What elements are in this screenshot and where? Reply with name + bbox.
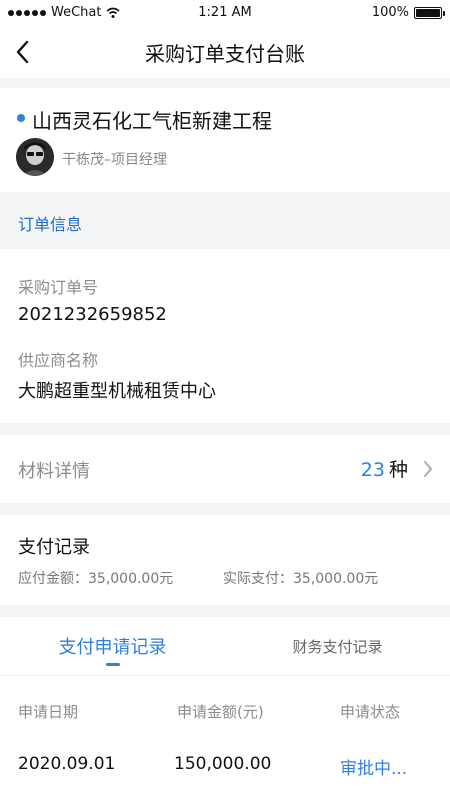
tabs-divider: [0, 675, 450, 676]
payment-record-title: 支付记录: [18, 537, 90, 558]
material-count-unit: 种: [388, 459, 408, 481]
header-apply-amount: 申请金额(元): [177, 703, 264, 721]
project-name: 山西灵石化工气柜新建工程: [32, 109, 272, 133]
project-dot-icon: [17, 114, 25, 122]
material-details-row[interactable]: 材料详情 23 种: [0, 435, 450, 503]
po-number-value: 2021232659852: [18, 304, 167, 325]
active-tab-indicator: [106, 663, 120, 666]
row-apply-status[interactable]: 审批中...: [340, 754, 407, 779]
order-info-title: 订单信息: [18, 215, 83, 234]
order-info-header: 订单信息: [0, 192, 450, 249]
records-panel: 支付申请记录 财务支付记录 申请日期 申请金额(元) 申请状态 2020.09.…: [0, 617, 450, 800]
material-count-number: 23: [360, 459, 385, 481]
battery-icon: [414, 6, 445, 19]
nav-bar: 采购订单支付台账: [0, 26, 450, 78]
battery-fill: [416, 8, 440, 17]
page-title: 采购订单支付台账: [145, 42, 305, 66]
avatar: [16, 138, 54, 176]
status-right: 100%: [371, 5, 445, 20]
project-manager: 干栋茂–项目经理: [62, 152, 167, 168]
payment-record-card: 支付记录 应付金额：35,000.00元 实际支付：35,000.00元: [0, 515, 450, 605]
supplier-label: 供应商名称: [18, 351, 99, 370]
row-apply-amount: 150,000.00: [174, 754, 272, 774]
payable-amount: 应付金额：35,000.00元: [18, 571, 174, 587]
supplier-value: 大鹏超重型机械租赁中心: [18, 381, 216, 402]
chevron-right-icon: [424, 461, 432, 477]
tab-finance-payments[interactable]: 财务支付记录: [225, 617, 450, 675]
material-details-label: 材料详情: [18, 461, 90, 482]
battery-percent: 100%: [371, 5, 409, 20]
actual-payment: 实际支付：35,000.00元: [223, 571, 379, 587]
project-card: 山西灵石化工气柜新建工程 干栋茂–项目经理: [0, 88, 450, 192]
header-apply-date: 申请日期: [18, 703, 79, 721]
po-number-label: 采购订单号: [18, 278, 99, 297]
header-apply-status: 申请状态: [340, 703, 401, 721]
material-count: 23 种: [361, 455, 408, 482]
status-bar: WeChat 1:21 AM 100%: [0, 0, 450, 26]
order-info-card: 采购订单号 2021232659852 供应商名称 大鹏超重型机械租赁中心: [0, 249, 450, 423]
page: WeChat 1:21 AM 100% 采购订单支付台账 山西灵石化工气柜新建工…: [0, 0, 450, 800]
row-apply-date: 2020.09.01: [18, 754, 116, 774]
tab-payment-requests[interactable]: 支付申请记录: [0, 617, 225, 675]
